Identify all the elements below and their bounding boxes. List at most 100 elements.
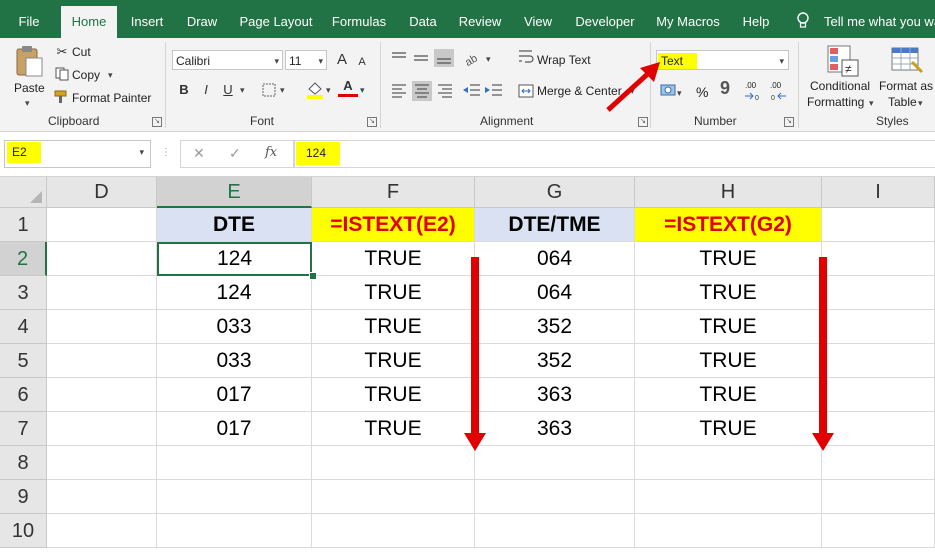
cell-f4[interactable]: TRUE [312, 310, 475, 344]
format-as-table-button[interactable]: Format as [879, 79, 933, 93]
increase-font-icon[interactable]: A [332, 50, 352, 70]
copy-button[interactable]: Copy [72, 68, 100, 82]
cell-d2[interactable] [47, 242, 157, 276]
clipboard-launcher-icon[interactable]: ↘ [152, 117, 162, 127]
cut-button[interactable]: Cut [72, 45, 91, 59]
tab-formulas[interactable]: Formulas [326, 0, 392, 38]
vertical-align-icons[interactable] [390, 48, 456, 68]
tab-file[interactable]: File [6, 0, 52, 38]
cell-h4[interactable]: TRUE [635, 310, 822, 344]
cell-i4[interactable] [822, 310, 935, 344]
name-box[interactable]: E2 ▾ [4, 140, 151, 168]
cell-f10[interactable] [312, 514, 475, 548]
orientation-icon[interactable]: ab ▾ [462, 48, 502, 68]
column-header-e[interactable]: E [157, 177, 312, 208]
row-header-6[interactable]: 6 [0, 378, 47, 412]
cell-i10[interactable] [822, 514, 935, 548]
row-header-8[interactable]: 8 [0, 446, 47, 480]
cell-h6[interactable]: TRUE [635, 378, 822, 412]
borders-dropdown-icon[interactable]: ▾ [280, 85, 285, 96]
font-launcher-icon[interactable]: ↘ [367, 117, 377, 127]
comma-style-button[interactable]: 9 [720, 78, 730, 99]
fill-color-icon[interactable] [306, 80, 324, 100]
cell-d1[interactable] [47, 208, 157, 242]
format-as-table-dropdown-icon[interactable]: ▾ [918, 98, 923, 109]
row-header-10[interactable]: 10 [0, 514, 47, 548]
conditional-formatting-button[interactable]: Conditional [810, 79, 870, 93]
wrap-text-icon[interactable] [518, 48, 534, 64]
cell-h3[interactable]: TRUE [635, 276, 822, 310]
row-header-3[interactable]: 3 [0, 276, 47, 310]
cell-e10[interactable] [157, 514, 312, 548]
alignment-launcher-icon[interactable]: ↘ [638, 117, 648, 127]
cell-f8[interactable] [312, 446, 475, 480]
cell-h5[interactable]: TRUE [635, 344, 822, 378]
cell-g9[interactable] [475, 480, 635, 514]
formula-bar-grip[interactable]: ⋮ [161, 142, 171, 164]
underline-dropdown-icon[interactable]: ▾ [240, 85, 245, 96]
percent-style-button[interactable]: % [696, 84, 708, 100]
cell-g3[interactable]: 064 [475, 276, 635, 310]
cell-g6[interactable]: 363 [475, 378, 635, 412]
row-header-2[interactable]: 2 [0, 242, 47, 276]
enter-icon[interactable]: ✓ [229, 145, 241, 162]
copy-dropdown-icon[interactable]: ▾ [108, 70, 113, 81]
indent-icons[interactable] [462, 82, 506, 100]
tab-view[interactable]: View [516, 0, 560, 38]
cell-i9[interactable] [822, 480, 935, 514]
cell-i5[interactable] [822, 344, 935, 378]
cell-g5[interactable]: 352 [475, 344, 635, 378]
tab-developer[interactable]: Developer [570, 0, 640, 38]
cell-f5[interactable]: TRUE [312, 344, 475, 378]
font-name-box[interactable]: Calibri ▾ [172, 50, 283, 70]
font-size-box[interactable]: 11 ▾ [285, 50, 327, 70]
borders-icon[interactable] [262, 83, 276, 97]
cell-i6[interactable] [822, 378, 935, 412]
cell-f2[interactable]: TRUE [312, 242, 475, 276]
cell-e1[interactable]: DTE [157, 208, 312, 242]
cell-d5[interactable] [47, 344, 157, 378]
decrease-font-icon[interactable]: A [352, 52, 372, 72]
cell-h8[interactable] [635, 446, 822, 480]
cell-h1[interactable]: =ISTEXT(G2) [635, 208, 822, 242]
format-painter-icon[interactable] [54, 90, 69, 104]
font-size-dropdown-icon[interactable]: ▾ [318, 51, 323, 71]
cell-e2[interactable]: 124 [157, 242, 312, 276]
tab-data[interactable]: Data [402, 0, 444, 38]
tab-home[interactable]: Home [61, 6, 117, 38]
number-launcher-icon[interactable]: ↘ [784, 117, 794, 127]
horizontal-align-icons[interactable] [390, 80, 456, 102]
formula-input[interactable]: 124 [294, 140, 935, 168]
cell-e8[interactable] [157, 446, 312, 480]
cell-h10[interactable] [635, 514, 822, 548]
cell-e3[interactable]: 124 [157, 276, 312, 310]
row-header-4[interactable]: 4 [0, 310, 47, 344]
font-color-dropdown-icon[interactable]: ▾ [360, 85, 365, 96]
cell-f6[interactable]: TRUE [312, 378, 475, 412]
merge-center-icon[interactable] [518, 83, 534, 99]
decrease-decimal-button[interactable]: .00 [770, 82, 781, 90]
cell-i8[interactable] [822, 446, 935, 480]
conditional-formatting-icon[interactable]: ≠ [826, 44, 860, 78]
cell-i2[interactable] [822, 242, 935, 276]
cell-d10[interactable] [47, 514, 157, 548]
tab-help[interactable]: Help [736, 0, 776, 38]
row-header-1[interactable]: 1 [0, 208, 47, 242]
cell-h9[interactable] [635, 480, 822, 514]
row-header-9[interactable]: 9 [0, 480, 47, 514]
tab-my-macros[interactable]: My Macros [650, 0, 726, 38]
column-header-g[interactable]: G [475, 177, 635, 208]
format-painter-button[interactable]: Format Painter [72, 91, 151, 105]
cell-e9[interactable] [157, 480, 312, 514]
bold-button[interactable]: B [174, 80, 194, 100]
cell-d8[interactable] [47, 446, 157, 480]
cell-g7[interactable]: 363 [475, 412, 635, 446]
cell-f1[interactable]: =ISTEXT(E2) [312, 208, 475, 242]
cell-e5[interactable]: 033 [157, 344, 312, 378]
cell-g1[interactable]: DTE/TME [475, 208, 635, 242]
wrap-text-button[interactable]: Wrap Text [537, 53, 591, 67]
increase-decimal-button[interactable]: .00 [745, 82, 756, 90]
row-header-7[interactable]: 7 [0, 412, 47, 446]
cell-g10[interactable] [475, 514, 635, 548]
number-format-box[interactable]: Text ▾ [656, 50, 789, 70]
